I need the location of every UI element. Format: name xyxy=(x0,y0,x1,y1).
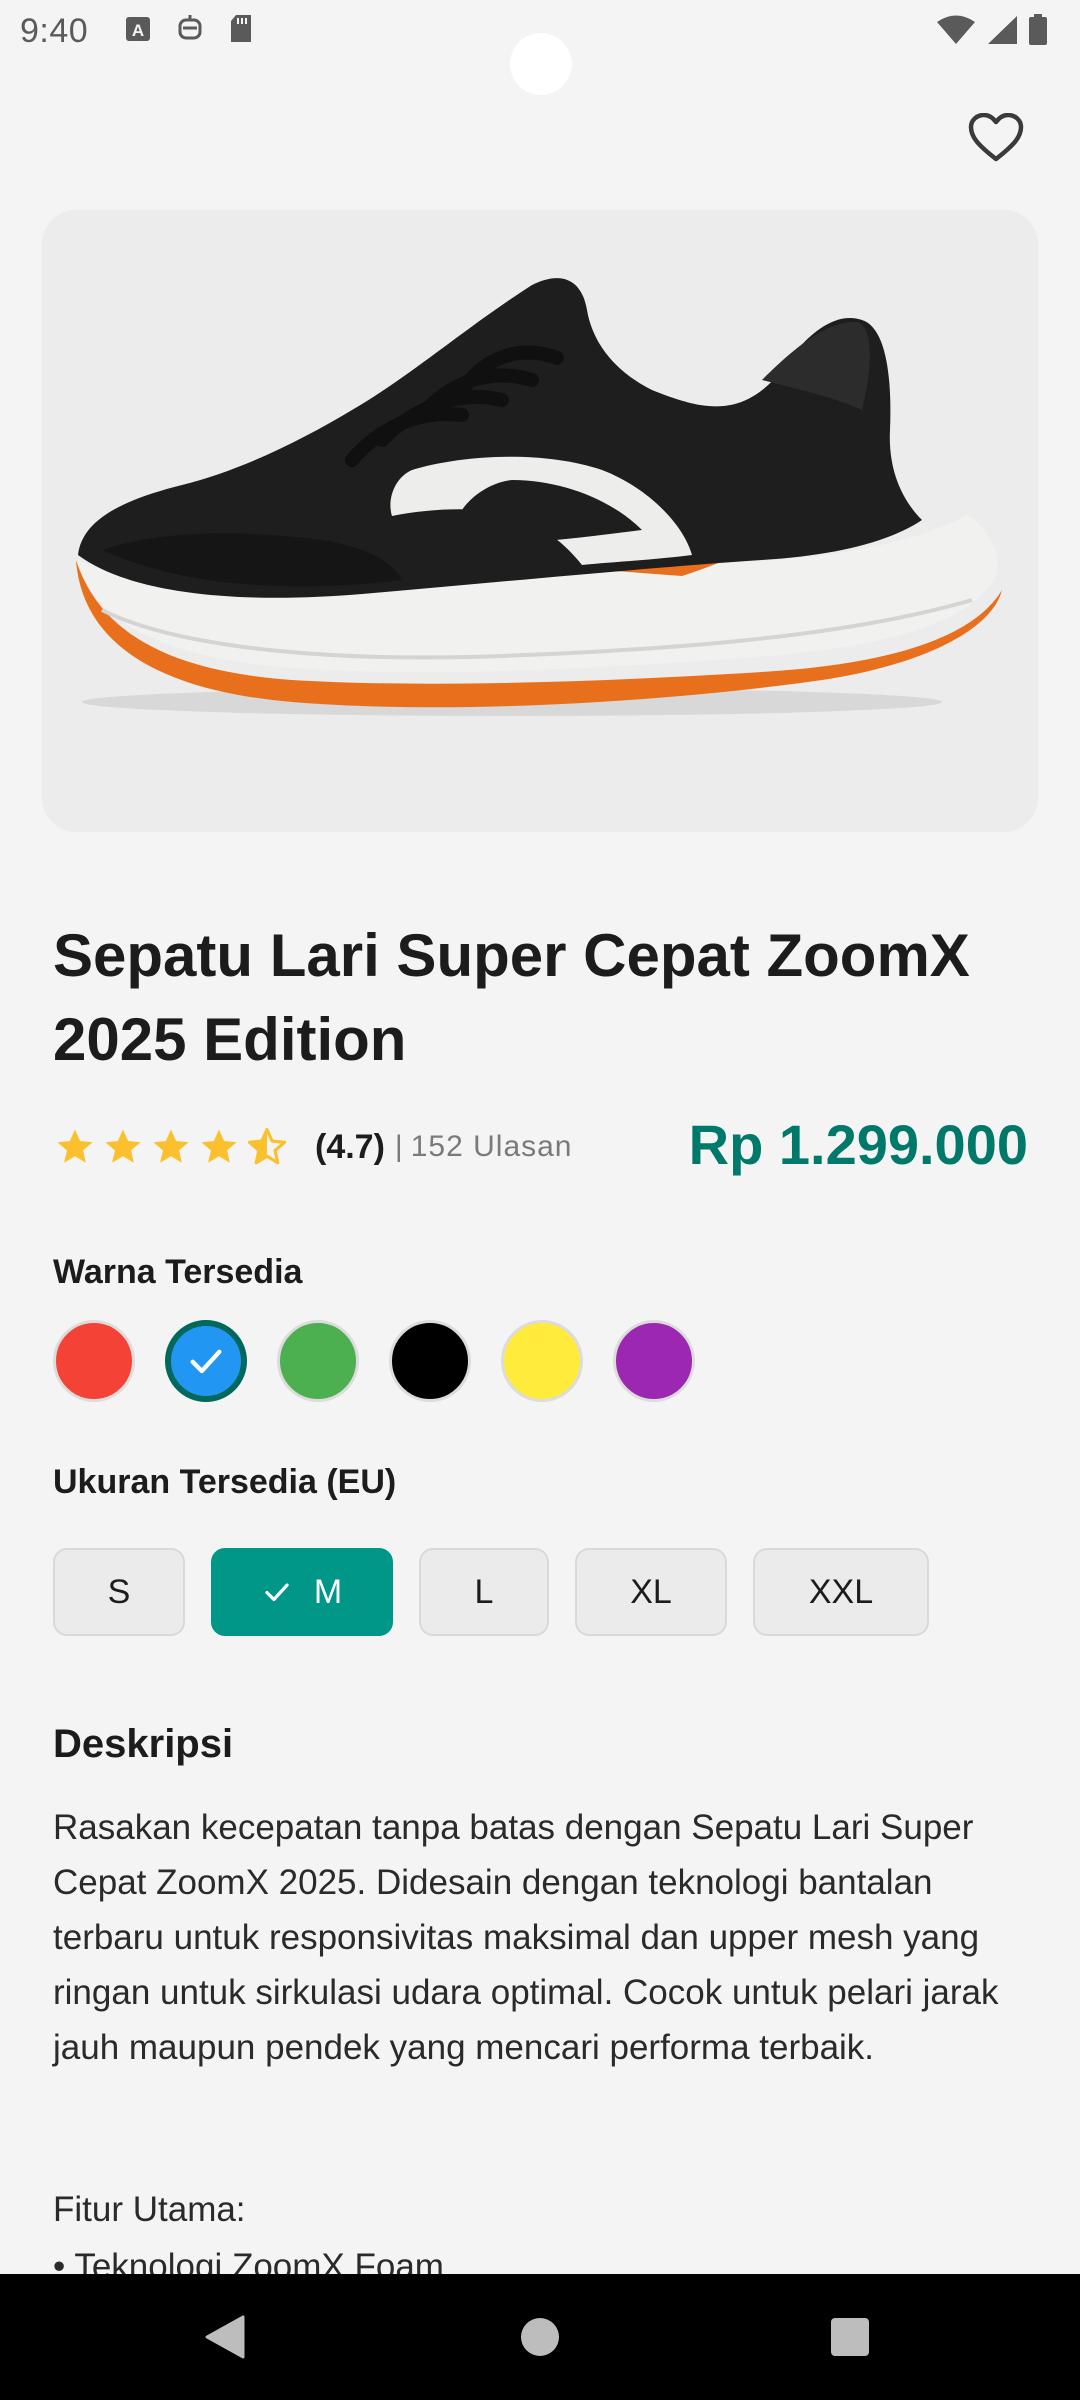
star-icon xyxy=(201,1129,237,1163)
back-button[interactable] xyxy=(165,2274,285,2400)
size-section-label: Ukuran Tersedia (EU) xyxy=(53,1463,397,1501)
heart-outline-icon xyxy=(968,113,1024,162)
status-time: 9:40 xyxy=(20,12,89,50)
battery-icon xyxy=(1029,14,1047,45)
star-icon xyxy=(105,1129,141,1163)
color-swatch-purple[interactable] xyxy=(613,1320,695,1402)
color-swatches xyxy=(53,1320,695,1402)
size-label: S xyxy=(107,1572,131,1611)
size-chip-xl[interactable]: XL xyxy=(575,1548,727,1636)
sd-card-icon xyxy=(231,15,251,42)
size-label: XXL xyxy=(808,1572,874,1611)
favorite-button[interactable] xyxy=(963,107,1029,169)
camera-cutout xyxy=(510,33,572,95)
color-swatch-green[interactable] xyxy=(277,1320,359,1402)
rating-row[interactable]: (4.7) | 152 Ulasan xyxy=(53,1117,573,1177)
size-label: M xyxy=(313,1572,343,1611)
star-icon xyxy=(57,1129,93,1163)
description-title: Deskripsi xyxy=(53,1722,234,1766)
star-icon xyxy=(153,1129,189,1163)
product-price: Rp 1.299.000 xyxy=(688,1113,1028,1176)
signal-icon xyxy=(988,16,1017,44)
description-body: Rasakan kecepatan tanpa batas dengan Sep… xyxy=(53,1808,999,2067)
wifi-icon xyxy=(937,15,975,44)
product-title: Sepatu Lari Super Cepat ZoomX 2025 Editi… xyxy=(53,922,970,1073)
star-rating xyxy=(53,1126,289,1168)
size-chip-m[interactable]: M xyxy=(211,1548,393,1636)
home-circle-icon xyxy=(521,2318,559,2356)
check-icon xyxy=(262,1577,292,1607)
size-chip-xxl[interactable]: XXL xyxy=(753,1548,929,1636)
size-chip-s[interactable]: S xyxy=(53,1548,185,1636)
svg-text:A: A xyxy=(132,21,144,40)
system-navigation-bar xyxy=(0,2274,1080,2400)
text-notification-icon: A xyxy=(126,17,150,41)
product-image xyxy=(42,210,1038,832)
rating-value: (4.7) xyxy=(315,1127,385,1166)
rating-separator: | xyxy=(394,1130,403,1163)
back-triangle-icon xyxy=(205,2315,245,2359)
size-label: L xyxy=(474,1572,494,1611)
color-swatch-yellow[interactable] xyxy=(501,1320,583,1402)
color-swatch-red[interactable] xyxy=(53,1320,135,1402)
recents-square-icon xyxy=(831,2318,869,2356)
size-chip-l[interactable]: L xyxy=(419,1548,549,1636)
features-title: Fitur Utama: xyxy=(53,2190,246,2229)
color-section-label: Warna Tersedia xyxy=(53,1253,303,1291)
review-count[interactable]: 152 Ulasan xyxy=(411,1130,573,1164)
recents-button[interactable] xyxy=(790,2274,910,2400)
robot-notification-icon xyxy=(178,15,202,40)
color-swatch-blue[interactable] xyxy=(165,1320,247,1402)
status-bar: 9:40 A xyxy=(0,0,1080,95)
star-half-icon xyxy=(247,1127,287,1165)
size-options: S M L XL XXL xyxy=(53,1548,929,1636)
notification-icons: A xyxy=(125,14,253,44)
running-shoe-image xyxy=(76,278,1002,716)
color-swatch-black[interactable] xyxy=(389,1320,471,1402)
check-icon xyxy=(190,1349,222,1374)
home-button[interactable] xyxy=(480,2274,600,2400)
system-status-icons xyxy=(936,14,1048,46)
size-label: XL xyxy=(630,1572,672,1611)
